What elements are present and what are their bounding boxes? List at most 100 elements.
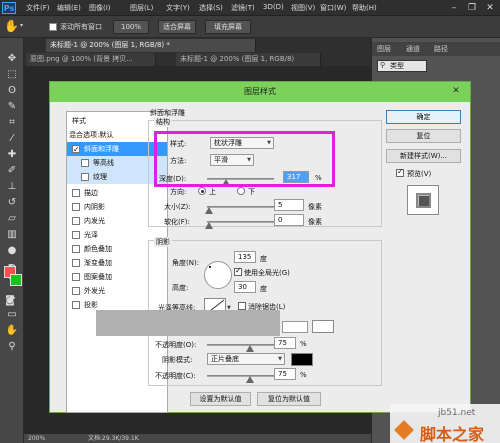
tab-channels[interactable]: 通道 (406, 42, 420, 56)
quick-mask-icon[interactable]: ◙ (2, 294, 18, 308)
dodge-tool-icon[interactable]: ● (4, 244, 20, 258)
angle-dial[interactable] (204, 261, 232, 289)
reset-default-button[interactable]: 复位为默认值 (257, 392, 321, 406)
gradient-overlay-label: 渐变叠加 (84, 259, 112, 267)
color-overlay-checkbox[interactable] (72, 245, 80, 253)
status-bar: 200% 文档:29.3K/39.1K (24, 434, 371, 443)
highlight-opacity-slider-thumb[interactable] (246, 345, 254, 352)
size-slider-thumb[interactable] (205, 207, 213, 214)
shape-tool-icon[interactable]: ▭ (4, 308, 20, 322)
contour-checkbox[interactable] (81, 159, 89, 167)
fill-screen-button[interactable]: 填充屏幕 (205, 20, 251, 34)
inner-glow-label: 内发光 (84, 217, 105, 225)
menu-layer[interactable]: 图层(L) (130, 3, 153, 13)
texture-checkbox[interactable] (81, 173, 89, 181)
pattern-overlay-checkbox[interactable] (72, 273, 80, 281)
shadow-mode-select[interactable]: 正片叠底 (207, 353, 285, 365)
close-icon[interactable]: ✕ (482, 2, 498, 14)
menu-bar: Ps 文件(F) 编辑(E) 图像(I) 图层(L) 文字(Y) 选择(S) 滤… (0, 0, 500, 16)
global-light-checkbox[interactable]: ✓ (234, 266, 242, 276)
highlight-color-swatch[interactable] (312, 320, 334, 333)
menu-3d[interactable]: 3D(D) (263, 3, 284, 11)
move-tool-icon[interactable]: ✥ (4, 52, 20, 66)
eyedropper-tool-icon[interactable]: ⁄ (4, 132, 20, 146)
anti-aliased-checkbox[interactable] (238, 302, 246, 310)
highlight-opacity-input[interactable]: 75 (274, 337, 296, 349)
menu-edit[interactable]: 编辑(E) (57, 3, 81, 13)
highlight-opacity-label: 不透明度(O): (155, 341, 197, 349)
tab-paths[interactable]: 路径 (434, 42, 448, 56)
lasso-tool-icon[interactable]: ʘ (4, 84, 20, 98)
highlight-mode-input[interactable] (282, 321, 308, 333)
menu-file[interactable]: 文件(F) (26, 3, 50, 13)
gradient-tool-icon[interactable]: ▥ (4, 228, 20, 242)
soften-slider-thumb[interactable] (205, 222, 213, 229)
healing-brush-tool-icon[interactable]: ✚ (4, 148, 20, 162)
menu-window[interactable]: 窗口(W) (320, 3, 346, 13)
shadow-mode-label: 阴影模式: (162, 356, 193, 364)
bevel-emboss-checkbox[interactable]: ✓ (72, 145, 80, 154)
quick-select-tool-icon[interactable]: ✎ (4, 100, 20, 114)
tab-document-untitled[interactable]: 未标题-1 @ 200% (图层 1, RGB/8) (176, 53, 321, 66)
soften-slider[interactable] (207, 221, 274, 223)
preview-checkbox[interactable]: ✓ (396, 167, 404, 177)
crop-tool-icon[interactable]: ⌗ (4, 116, 20, 130)
stroke-checkbox[interactable] (72, 189, 80, 197)
outer-glow-label: 外发光 (84, 287, 105, 295)
direction-down-label: 下 (248, 188, 255, 196)
shadow-opacity-slider[interactable] (207, 375, 274, 377)
scroll-all-windows-checkbox[interactable] (49, 23, 57, 31)
angle-dial-marker (209, 266, 211, 268)
soften-input[interactable]: 0 (274, 214, 304, 226)
drop-shadow-checkbox[interactable] (72, 301, 80, 309)
fit-screen-button[interactable]: 适合屏幕 (158, 20, 196, 34)
dialog-close-icon[interactable]: ✕ (446, 85, 466, 98)
soften-unit: 像素 (308, 218, 322, 226)
reset-button[interactable]: 复位 (386, 129, 461, 143)
history-brush-tool-icon[interactable]: ↺ (4, 196, 20, 210)
size-input[interactable]: 5 (274, 199, 304, 211)
direction-up-radio[interactable] (198, 187, 206, 195)
menu-image[interactable]: 图像(I) (89, 3, 111, 13)
angle-input[interactable]: 135 (234, 251, 256, 263)
brush-tool-icon[interactable]: ✐ (4, 164, 20, 178)
status-zoom: 200% (28, 435, 46, 442)
inner-glow-checkbox[interactable] (72, 217, 80, 225)
shadow-opacity-label: 不透明度(C): (155, 372, 196, 380)
shadow-opacity-input[interactable]: 75 (274, 368, 296, 380)
background-color-swatch[interactable] (10, 274, 22, 286)
marquee-tool-icon[interactable]: ⬚ (4, 68, 20, 82)
highlight-opacity-slider[interactable] (207, 344, 274, 346)
altitude-input[interactable]: 30 (234, 281, 256, 293)
hand-tool-icon[interactable]: ✋ (4, 324, 20, 338)
eraser-tool-icon[interactable]: ▱ (4, 212, 20, 226)
chevron-down-icon[interactable]: ▾ (20, 22, 23, 29)
shadow-opacity-slider-thumb[interactable] (246, 376, 254, 383)
tab-document-active[interactable]: 未标题-1 @ 200% (图层 1, RGB/8) * (46, 39, 256, 52)
menu-view[interactable]: 视图(V) (291, 3, 315, 13)
outer-glow-checkbox[interactable] (72, 287, 80, 295)
zoom-100-button[interactable]: 100% (113, 20, 149, 34)
clone-stamp-tool-icon[interactable]: ⊥ (4, 180, 20, 194)
minimize-icon[interactable]: – (446, 2, 462, 14)
shadow-color-swatch[interactable] (291, 353, 313, 366)
menu-type[interactable]: 文字(Y) (166, 3, 190, 13)
restore-icon[interactable]: ❐ (464, 2, 480, 14)
ok-button[interactable]: 确定 (386, 110, 461, 124)
new-style-button[interactable]: 新建样式(W)... (386, 149, 461, 163)
bevel-emboss-label: 斜面和浮雕 (84, 145, 119, 153)
gradient-overlay-checkbox[interactable] (72, 259, 80, 267)
zoom-tool-icon[interactable]: ⚲ (4, 340, 20, 354)
menu-help[interactable]: 帮助(H) (352, 3, 377, 13)
inner-shadow-checkbox[interactable] (72, 203, 80, 211)
menu-select[interactable]: 选择(S) (199, 3, 223, 13)
size-slider[interactable] (207, 206, 274, 208)
tab-document-original[interactable]: 原图.png @ 100% (背景 拷贝... (26, 53, 156, 66)
tab-layers[interactable]: 图层 (377, 42, 391, 56)
direction-up-label: 上 (209, 188, 216, 196)
shading-header: 阴影 (154, 237, 172, 247)
set-default-button[interactable]: 设置为默认值 (190, 392, 251, 406)
menu-filter[interactable]: 滤镜(T) (231, 3, 255, 13)
direction-down-radio[interactable] (237, 187, 245, 195)
satin-checkbox[interactable] (72, 231, 80, 239)
